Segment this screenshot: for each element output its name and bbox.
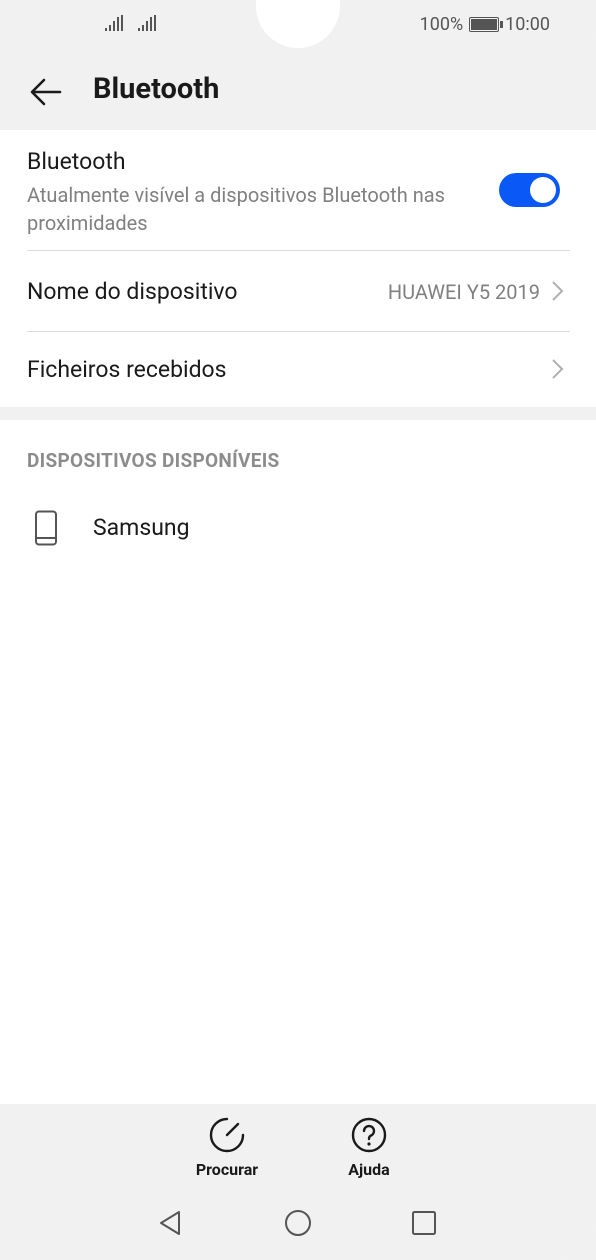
back-arrow-icon[interactable]	[28, 74, 64, 110]
battery-icon	[469, 17, 504, 32]
chevron-right-icon	[552, 281, 564, 301]
device-list-item[interactable]: Samsung	[0, 500, 596, 556]
page-title: Bluetooth	[93, 72, 220, 106]
nav-back-icon[interactable]	[156, 1208, 186, 1238]
app-bar: Bluetooth	[0, 54, 596, 130]
status-bar: 100% 10:00	[0, 0, 596, 54]
available-devices-section: DISPOSITIVOS DISPONÍVEIS Samsung	[0, 420, 596, 1104]
device-name-value: HUAWEI Y5 2019	[387, 280, 540, 304]
refresh-search-icon	[209, 1117, 245, 1153]
signal-icon	[138, 15, 156, 31]
received-files-label: Ficheiros recebidos	[27, 356, 227, 383]
system-navigation-bar	[0, 1188, 596, 1260]
signal-icon	[105, 15, 123, 31]
status-right: 100% 10:00	[420, 14, 550, 35]
nav-home-icon[interactable]	[283, 1208, 313, 1238]
help-label: Ajuda	[348, 1160, 390, 1179]
bluetooth-toggle-title: Bluetooth	[27, 148, 126, 175]
bluetooth-settings-list: Bluetooth Atualmente visível a dispositi…	[0, 130, 596, 407]
help-icon	[351, 1117, 387, 1153]
toggle-knob	[530, 177, 556, 203]
camera-notch	[256, 0, 340, 48]
search-label: Procurar	[195, 1160, 259, 1179]
device-name-label: Nome do dispositivo	[27, 278, 238, 305]
bottom-action-bar: Procurar Ajuda	[0, 1104, 596, 1188]
bluetooth-toggle-switch[interactable]	[499, 173, 560, 207]
available-devices-header: DISPOSITIVOS DISPONÍVEIS	[27, 449, 280, 472]
chevron-right-icon	[552, 359, 564, 379]
bluetooth-visibility-subtitle: Atualmente visível a dispositivos Blueto…	[27, 183, 445, 235]
search-button[interactable]: Procurar	[187, 1116, 267, 1179]
clock: 10:00	[505, 14, 550, 35]
help-button[interactable]: Ajuda	[329, 1116, 409, 1179]
battery-percent: 100%	[419, 14, 464, 35]
section-gap	[0, 407, 596, 420]
nav-recents-icon[interactable]	[409, 1208, 439, 1238]
divider	[27, 250, 570, 251]
divider	[27, 331, 570, 332]
phone-icon	[35, 510, 57, 546]
screen: 100% 10:00 Bluetooth Bluetooth Atualment…	[0, 0, 596, 1260]
device-name: Samsung	[93, 514, 190, 541]
